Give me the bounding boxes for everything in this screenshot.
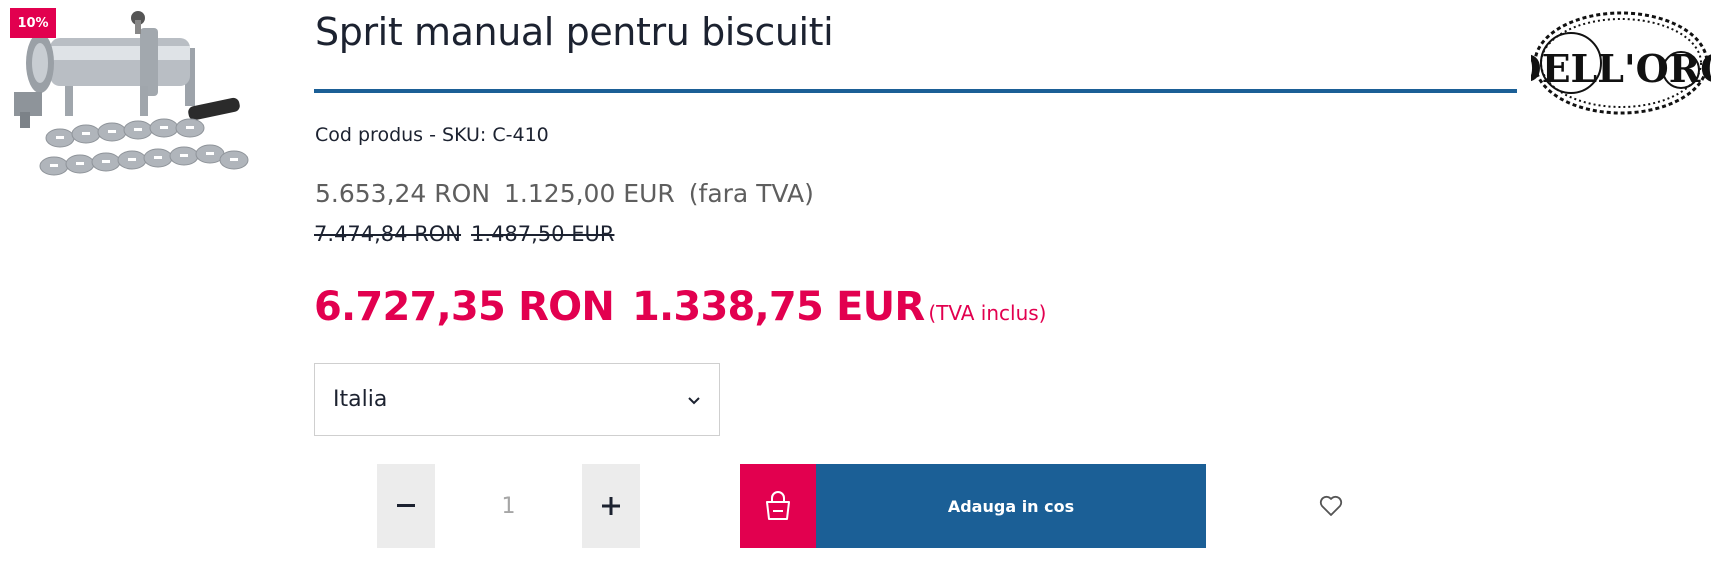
quantity-decrease-button[interactable] xyxy=(377,464,435,548)
add-to-cart-label: Adauga in cos xyxy=(816,464,1206,548)
price-old: 7.474,84 RON 1.487,50 EUR xyxy=(314,222,624,246)
origin-select[interactable]: Italia xyxy=(314,363,720,436)
title-divider xyxy=(314,89,1517,93)
price-gross: 6.727,35 RON 1.338,75 EUR (TVA inclus) xyxy=(314,284,1046,330)
add-to-cart-button[interactable]: Adauga in cos xyxy=(740,464,1206,548)
price-net-ron: 5.653,24 RON xyxy=(315,179,491,208)
price-net: 5.653,24 RON 1.125,00 EUR (fara TVA) xyxy=(315,179,828,208)
product-title: Sprit manual pentru biscuiti xyxy=(315,10,834,54)
brand-logo[interactable]: DELL'ORO xyxy=(1509,8,1711,118)
wishlist-button[interactable] xyxy=(1316,491,1346,521)
brand-logo-text: DELL'ORO xyxy=(1531,46,1711,91)
quantity-stepper xyxy=(377,464,640,548)
minus-icon xyxy=(397,504,415,507)
price-old-eur: 1.487,50 EUR xyxy=(471,222,615,246)
product-image[interactable] xyxy=(10,8,258,208)
price-gross-note: (TVA inclus) xyxy=(928,301,1047,325)
price-gross-ron: 6.727,35 RON xyxy=(314,284,615,330)
price-net-eur: 1.125,00 EUR xyxy=(504,179,675,208)
origin-select-value: Italia xyxy=(333,387,388,412)
plus-icon xyxy=(602,497,620,515)
price-old-ron: 7.474,84 RON xyxy=(314,222,462,246)
price-net-note: (fara TVA) xyxy=(688,179,814,208)
heart-icon xyxy=(1319,495,1343,516)
quantity-increase-button[interactable] xyxy=(582,464,640,548)
price-gross-eur: 1.338,75 EUR xyxy=(632,284,925,330)
chevron-down-icon xyxy=(687,387,701,412)
shopping-bag-icon xyxy=(740,464,816,548)
product-sku: Cod produs - SKU: C-410 xyxy=(315,124,549,146)
quantity-input[interactable] xyxy=(435,464,582,548)
discount-badge: 10% xyxy=(10,8,56,38)
